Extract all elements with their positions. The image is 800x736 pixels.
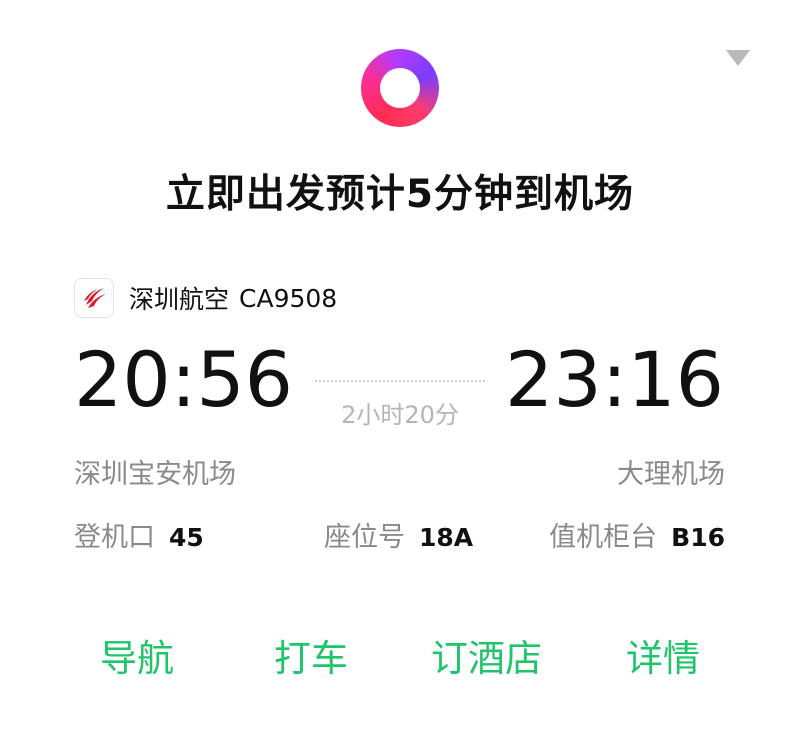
gate-value: 45: [169, 523, 204, 552]
checkin-counter-value: B16: [671, 523, 725, 552]
flight-number: CA9508: [239, 283, 338, 313]
arrival-time: 23:16: [504, 335, 724, 424]
seat-value: 18A: [419, 523, 474, 552]
seat-label: 座位号: [324, 522, 405, 553]
arrival-airport: 大理机场: [617, 459, 725, 490]
departure-time: 20:56: [74, 335, 294, 424]
gradient-ring-icon: [361, 49, 439, 127]
gate-label: 登机口: [74, 522, 155, 553]
checkin-counter-label: 值机柜台: [549, 522, 658, 553]
departure-headline: 立即出发预计5分钟到机场: [165, 172, 635, 217]
book-hotel-button[interactable]: 订酒店: [431, 628, 542, 682]
checkin-counter-info: 值机柜台 B16: [549, 515, 725, 554]
action-bar: 导航 打车 订酒店 详情: [0, 628, 800, 680]
taxi-button[interactable]: 打车: [274, 628, 348, 682]
navigate-button[interactable]: 导航: [100, 628, 174, 682]
details-button[interactable]: 详情: [626, 628, 700, 682]
flight-duration: 2小时20分: [341, 401, 459, 429]
airline-name: 深圳航空: [129, 285, 230, 314]
gate-info: 登机口 45: [74, 515, 204, 554]
departure-airport: 深圳宝安机场: [74, 459, 236, 490]
airline-row: 深圳航空 CA9508: [74, 278, 337, 318]
flight-route-divider: [315, 380, 485, 382]
triangle-down-icon[interactable]: [726, 50, 750, 66]
seat-info: 座位号 18A: [324, 515, 473, 554]
shenzhen-airlines-logo: [74, 278, 114, 318]
